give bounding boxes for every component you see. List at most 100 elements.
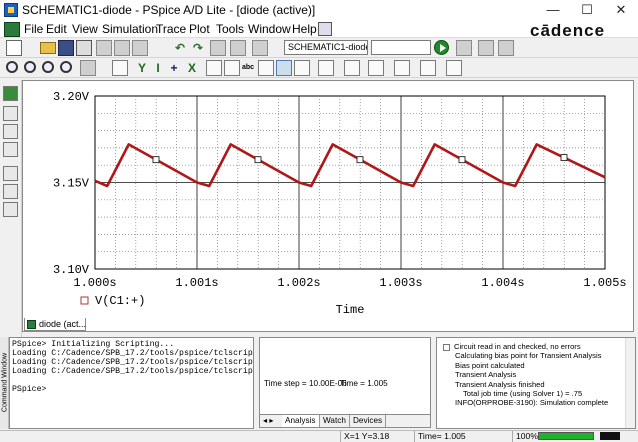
probe-icon[interactable] [3, 142, 18, 157]
simulation-log-pane[interactable]: Circuit read in and checked, no errors C… [436, 337, 636, 429]
plot-layout-icon-3[interactable] [368, 60, 384, 76]
pause-icon[interactable] [456, 40, 472, 56]
fourier-icon[interactable]: Y [134, 60, 150, 76]
zoom-area-icon[interactable] [42, 61, 54, 73]
plot-layout-icon-2[interactable] [344, 60, 360, 76]
series-marker [254, 156, 262, 164]
legend-marker [80, 296, 89, 305]
menu-edit[interactable]: Edit [46, 22, 67, 36]
undo-icon[interactable]: ↶ [172, 40, 188, 56]
menu-view[interactable]: View [72, 22, 98, 36]
command-prompt[interactable]: PSpice> [12, 385, 253, 394]
menu-window[interactable]: Window [248, 22, 291, 36]
waveform-status-icon [600, 432, 620, 440]
tab-analysis[interactable]: Analysis [282, 415, 320, 427]
select-pointer-icon[interactable] [276, 60, 292, 76]
plot-layout-icon-4[interactable] [394, 60, 410, 76]
view-output-icon[interactable] [498, 40, 514, 56]
close-button[interactable]: ✕ [604, 0, 638, 20]
excel-export-icon[interactable]: X [184, 60, 200, 76]
add-trace-icon[interactable]: + [166, 60, 182, 76]
copy-icon[interactable] [114, 40, 130, 56]
print-icon[interactable] [76, 40, 92, 56]
progress-fill [539, 433, 593, 439]
menu-simulation[interactable]: Simulation [102, 22, 158, 36]
log-entry: Total job time (using Solver 1) = .75 [463, 389, 583, 399]
log-x-axis-icon[interactable] [112, 60, 128, 76]
bias-voltage-icon[interactable] [3, 166, 18, 181]
log-entry: Calculating bias point for Transient Ana… [455, 351, 602, 361]
status-time: Time= 1.005 [414, 431, 514, 442]
plot-layout-icon-1[interactable] [318, 60, 334, 76]
zoom-in-icon[interactable] [6, 61, 18, 73]
window-title: SCHEMATIC1-diode - PSpice A/D Lite - [di… [22, 3, 316, 17]
log-entry: Bias point calculated [455, 360, 525, 370]
plot-layout-icon-6[interactable] [446, 60, 462, 76]
x-axis-label: Time [336, 303, 365, 317]
zoom-fit-icon[interactable] [60, 61, 72, 73]
simulation-profile-select[interactable]: SCHEMATIC1-diode [284, 40, 368, 55]
simulation-results-icon[interactable] [3, 106, 18, 121]
maximize-button[interactable]: ☐ [570, 0, 604, 20]
document-menu-icon[interactable] [4, 22, 20, 37]
simulation-status-pane: Time step = 10.00E-06 Time = 1.005 [259, 337, 431, 415]
cascade-windows-icon[interactable] [318, 22, 332, 36]
sim-settings-icon[interactable] [210, 40, 226, 56]
plot-tab-icon [27, 320, 36, 329]
cut-icon[interactable] [96, 40, 112, 56]
command-output-line: PSpice> Initializing Scripting... [12, 340, 175, 349]
plot-layout-icon-5[interactable] [420, 60, 436, 76]
progress-percent: 100% [512, 431, 540, 442]
cursor-peak-icon[interactable] [224, 60, 240, 76]
bias-power-icon[interactable] [3, 202, 18, 217]
command-window[interactable]: PSpice> Initializing Scripting... Loadin… [9, 337, 254, 429]
x-tick-label: 1.000s [73, 276, 116, 290]
plot-toolbar: Y I + X abc [0, 58, 638, 78]
legend-label[interactable]: V(C1:+) [95, 294, 145, 308]
redo-icon[interactable]: ↷ [190, 40, 206, 56]
time-step-readout: Time step = 10.00E-06 [264, 379, 347, 388]
log-scrollbar[interactable] [625, 338, 635, 428]
probe-plot-window[interactable]: 3.20V 3.15V 3.10V 1.000s 1.001s 1.002s 1.003s 1… [22, 80, 634, 332]
analysis-dropdown[interactable] [371, 40, 431, 55]
toggle-cursor-icon[interactable] [206, 60, 222, 76]
tab-devices[interactable]: Devices [350, 415, 387, 427]
x-tick-label: 1.002s [277, 276, 320, 290]
stop-icon[interactable] [478, 40, 494, 56]
menu-file[interactable]: File [24, 22, 43, 36]
mark-data-points-icon[interactable] [294, 60, 310, 76]
menu-tools[interactable]: Tools [216, 22, 244, 36]
minimize-button[interactable]: — [536, 0, 570, 20]
log-entry: Transient Analysis [455, 370, 517, 380]
command-output-line: Loading C:/Cadence/SPB_17.2/tools/pspice… [12, 349, 254, 358]
performance-analysis-icon[interactable]: I [150, 60, 166, 76]
run-simulation-button[interactable] [434, 40, 449, 55]
new-file-icon[interactable] [6, 40, 22, 56]
label-text-icon[interactable]: abc [240, 60, 256, 76]
waveform-chart[interactable]: 3.20V 3.15V 3.10V1.000s 1.001s 1.002s 1.003s 1… [23, 81, 633, 331]
menu-plot[interactable]: Plot [189, 22, 210, 36]
edit-profile-icon[interactable] [252, 40, 268, 56]
mark-label-icon[interactable] [258, 60, 274, 76]
menu-trace[interactable]: Trace [156, 22, 186, 36]
zoom-out-icon[interactable] [24, 61, 36, 73]
menu-help[interactable]: Help [292, 22, 317, 36]
open-folder-icon[interactable] [40, 42, 56, 54]
sim-time-readout: Time = 1.005 [340, 379, 388, 388]
output-file-icon[interactable] [3, 124, 18, 139]
log-info-icon [443, 343, 450, 351]
bias-current-icon[interactable] [3, 184, 18, 199]
cursor-coordinates: X=1 Y=3.18 [340, 431, 414, 442]
log-entry: Transient Analysis finished [455, 379, 545, 389]
run-icon[interactable] [3, 86, 18, 101]
tab-watch[interactable]: Watch [320, 415, 350, 427]
save-icon[interactable] [58, 40, 74, 56]
command-output-line: Loading C:/Cadence/SPB_17.2/tools/pspice… [12, 367, 254, 376]
left-toolbar [0, 80, 22, 342]
paste-icon[interactable] [132, 40, 148, 56]
log-entry: INFO(ORPROBE-3190): Simulation complete [455, 398, 609, 408]
series-marker [152, 156, 160, 164]
new-profile-icon[interactable] [230, 40, 246, 56]
axis-settings-icon[interactable] [80, 60, 96, 76]
x-tick-label: 1.001s [175, 276, 218, 290]
